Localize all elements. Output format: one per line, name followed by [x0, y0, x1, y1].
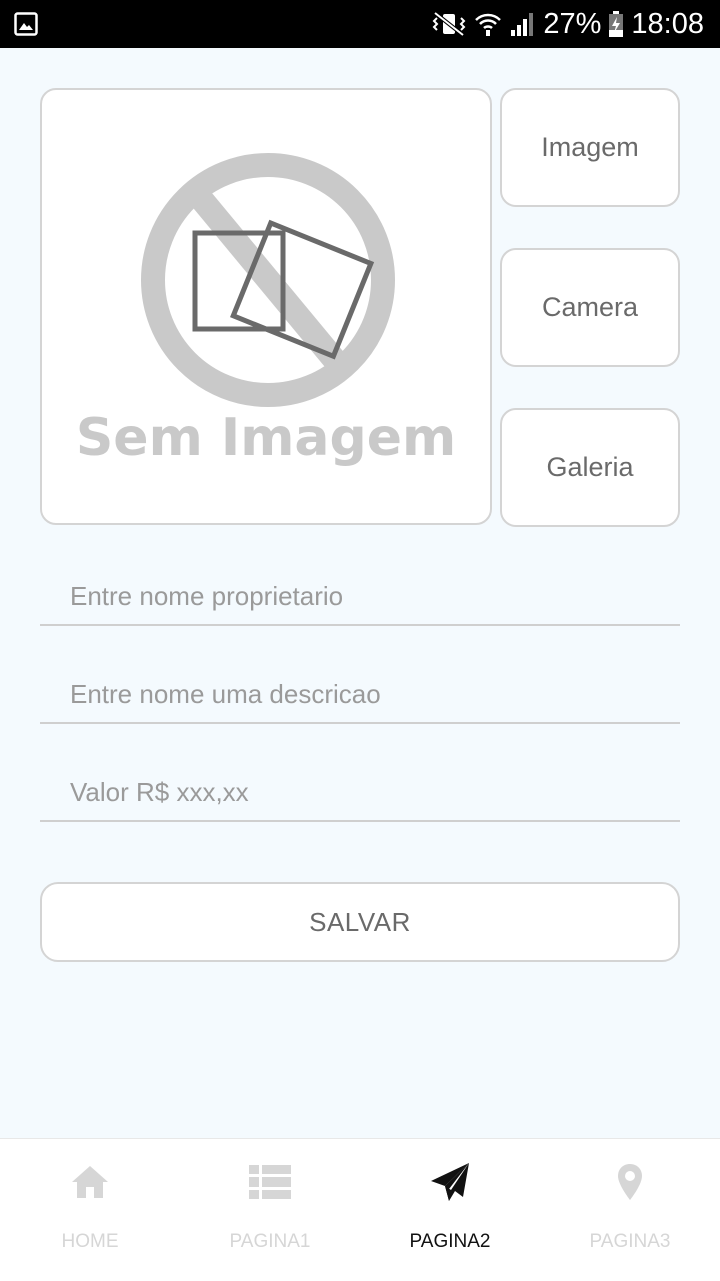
description-input[interactable]	[70, 672, 670, 716]
battery-percent: 27%	[543, 7, 602, 40]
wifi-icon	[475, 13, 502, 36]
tab-pagina2[interactable]: PAGINA2	[360, 1139, 540, 1281]
owner-name-input[interactable]	[70, 574, 670, 618]
tab-pagina3[interactable]: PAGINA3	[540, 1139, 720, 1281]
description-field-container	[40, 664, 680, 724]
tab-pagina1[interactable]: PAGINA1	[180, 1139, 360, 1281]
vibrate-mute-icon	[432, 11, 466, 37]
list-icon	[249, 1165, 291, 1199]
image-preview: Sem Imagem	[40, 88, 492, 525]
signal-icon	[511, 13, 534, 36]
location-pin-icon	[618, 1164, 642, 1200]
tab-pagina2-label: PAGINA2	[409, 1231, 491, 1252]
status-bar: 27% 18:08	[0, 0, 720, 48]
save-button[interactable]: SALVAR	[40, 882, 680, 962]
tab-home-label: HOME	[61, 1231, 119, 1252]
gallery-notification-icon	[14, 12, 38, 36]
imagem-button[interactable]: Imagem	[500, 88, 680, 207]
owner-field-container	[40, 566, 680, 626]
galeria-button[interactable]: Galeria	[500, 408, 680, 527]
camera-button[interactable]: Camera	[500, 248, 680, 367]
tab-pagina3-label: PAGINA3	[589, 1231, 671, 1252]
home-icon	[72, 1166, 108, 1198]
no-image-icon	[141, 153, 395, 407]
bottom-tab-bar: HOME PAGINA1 PAGINA2 PAGINA3	[0, 1138, 720, 1281]
battery-charging-icon	[609, 11, 624, 37]
price-input[interactable]	[70, 770, 670, 814]
clock: 18:08	[631, 7, 704, 40]
tab-home[interactable]: HOME	[0, 1139, 180, 1281]
tab-pagina1-label: PAGINA1	[229, 1231, 311, 1252]
price-field-container	[40, 762, 680, 822]
send-icon	[431, 1163, 469, 1201]
no-image-label: Sem Imagem	[75, 408, 457, 468]
